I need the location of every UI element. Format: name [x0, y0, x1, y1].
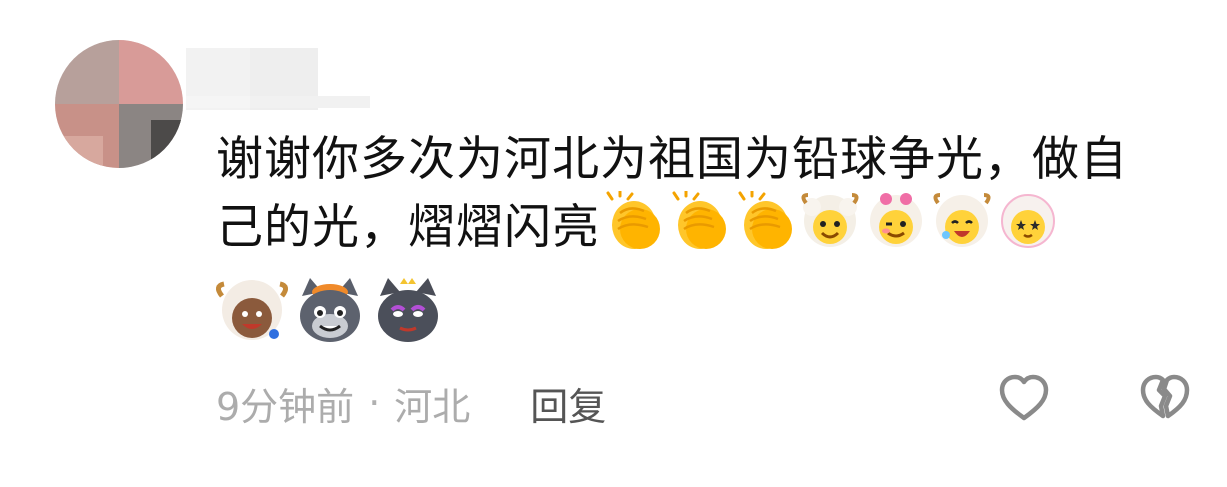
comment-location: 河北 — [394, 384, 471, 429]
clap-emoji — [732, 191, 796, 251]
clap-emoji — [600, 191, 664, 251]
comment-text-line1: 谢谢你多次为河北为祖国为铅球争光，做自 — [216, 132, 1128, 187]
emoji-row — [214, 276, 448, 348]
sheep-happy-emoji — [798, 191, 862, 251]
sheep-wink-emoji — [864, 191, 928, 251]
avatar[interactable] — [55, 40, 183, 168]
clap-emoji — [666, 191, 730, 251]
broken-heart-icon[interactable] — [1137, 370, 1193, 426]
comment-text: 谢谢你多次为河北为祖国为铅球争光，做自 己的光，熠熠闪亮 — [216, 128, 1216, 259]
sheep-laugh-emoji — [930, 191, 994, 251]
reply-button[interactable]: 回复 — [530, 376, 606, 431]
comment-time: 9分钟前 — [216, 384, 355, 429]
comment-meta: 9分钟前 · 河北 回复 — [216, 375, 606, 431]
comment-item: 谢谢你多次为河北为祖国为铅球争光，做自 己的光，熠熠闪亮 9分钟前 · 河北 回… — [0, 0, 1227, 487]
wolf-grey-emoji — [292, 276, 368, 348]
wolf-red-emoji — [370, 276, 446, 348]
sheep-brown-emoji — [214, 276, 290, 348]
heart-outline-icon[interactable] — [996, 370, 1052, 426]
sheep-star-eyes-emoji — [996, 191, 1060, 251]
meta-separator: · — [368, 381, 381, 425]
comment-text-line2: 己的光，熠熠闪亮 — [216, 191, 1216, 259]
